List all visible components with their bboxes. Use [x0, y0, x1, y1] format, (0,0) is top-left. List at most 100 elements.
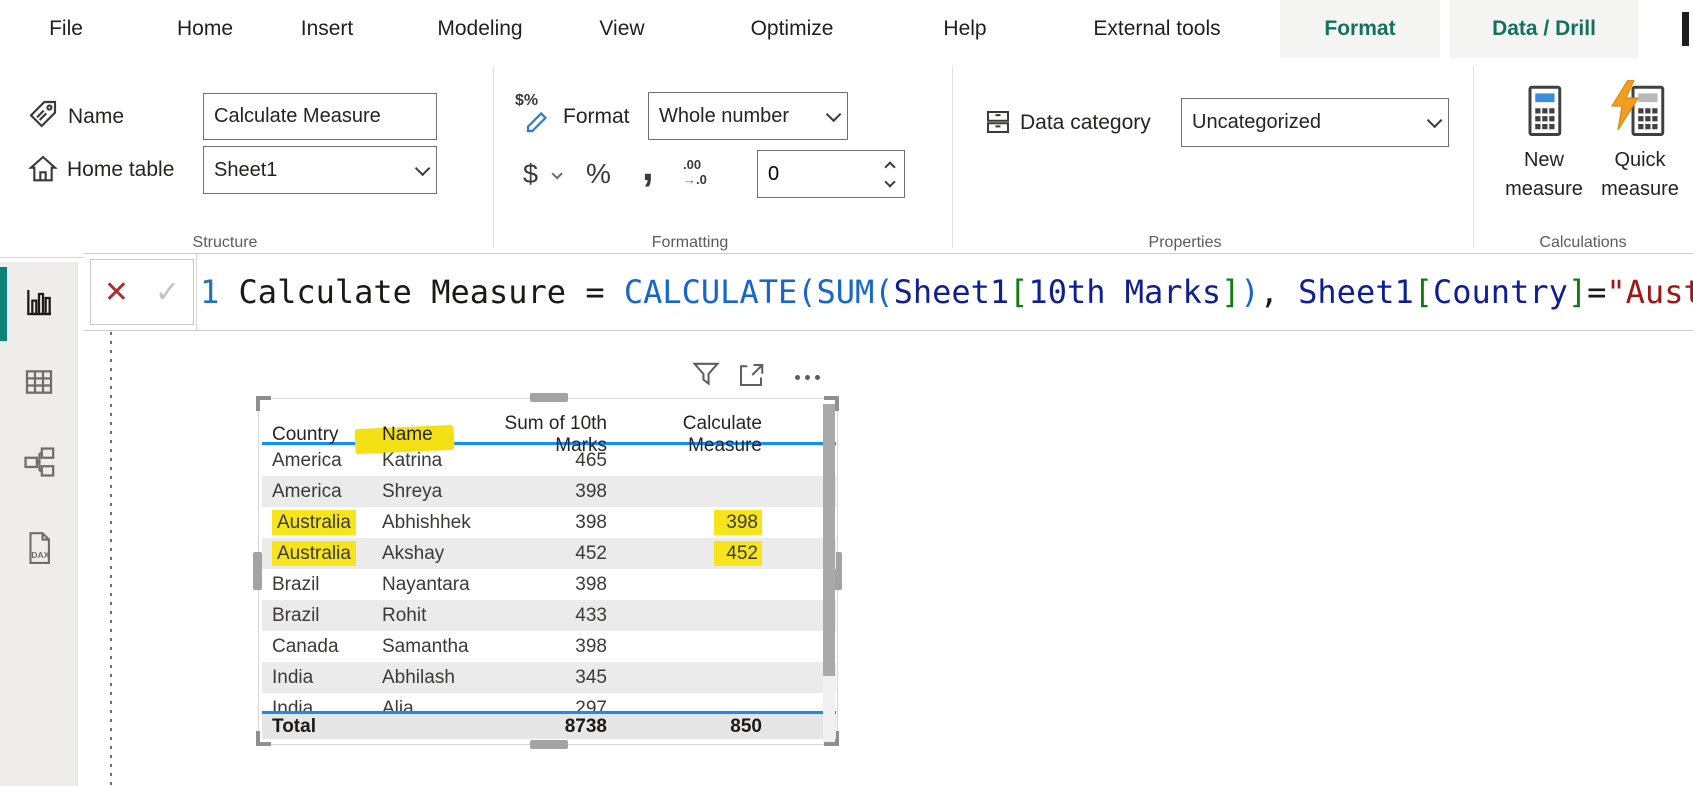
dax-token: , — [1260, 273, 1299, 311]
new-measure-icon — [1523, 74, 1565, 146]
commit-formula-button[interactable]: ✓ — [155, 275, 180, 310]
resize-handle-left[interactable] — [253, 552, 262, 590]
new-measure-label: measure — [1505, 175, 1583, 204]
home-icon — [27, 152, 59, 191]
home-table-label: Home table — [67, 146, 174, 194]
sidebar-item-model-view[interactable] — [0, 434, 78, 490]
column-header-calc-measure[interactable]: Calculate Measure — [610, 413, 765, 457]
dax-token: Calculate Measure = — [219, 273, 624, 311]
quick-measure-label: measure — [1601, 175, 1679, 204]
table-row[interactable]: AmericaShreya 398 — [262, 476, 836, 507]
chevron-down-icon — [826, 106, 842, 122]
resize-handle-top[interactable] — [530, 393, 568, 402]
currency-format-button[interactable]: $ — [523, 150, 538, 198]
table-row[interactable]: Australia Abhishhek 398 398 — [262, 507, 836, 538]
truncated-tab-fragment — [1682, 12, 1689, 46]
menu-item-home[interactable]: Home — [177, 0, 233, 58]
model-view-icon — [22, 445, 56, 479]
resize-handle-top-left[interactable] — [256, 396, 271, 411]
stepper-up-icon[interactable] — [884, 161, 895, 172]
total-calc: 850 — [610, 714, 765, 739]
decimals-input[interactable] — [758, 163, 886, 186]
table-row-clipped[interactable]: IndiaAlia 297 — [262, 693, 836, 711]
cancel-formula-button[interactable]: ✕ — [104, 275, 129, 310]
menu-item-view[interactable]: View — [599, 0, 644, 58]
table-row[interactable]: BrazilRohit 433 — [262, 600, 836, 631]
ribbon: Name Home table Sheet1 Structure $% Form… — [0, 58, 1693, 258]
highlighted-cell: Australia — [272, 541, 356, 566]
measure-name-input[interactable] — [203, 93, 437, 140]
menu-item-external-tools[interactable]: External tools — [1093, 0, 1220, 58]
dax-formula-input[interactable]: 1 Calculate Measure = CALCULATE(SUM(Shee… — [196, 254, 1693, 330]
dax-token: 10th Marks — [1028, 273, 1221, 311]
canvas-snap-guide — [110, 332, 112, 786]
menu-item-modeling[interactable]: Modeling — [437, 0, 522, 58]
column-header-country[interactable]: Country — [262, 424, 375, 446]
menu-item-data-drill[interactable]: Data / Drill — [1492, 0, 1596, 58]
dax-token: "Australia" — [1606, 273, 1693, 311]
dax-token: ] — [1221, 273, 1240, 311]
resize-handle-bottom[interactable] — [530, 740, 568, 749]
column-header-name[interactable]: Name — [375, 424, 465, 446]
group-divider — [1473, 66, 1474, 248]
more-options-icon[interactable] — [795, 375, 820, 380]
focus-mode-icon[interactable] — [736, 361, 766, 394]
sidebar-item-table-view[interactable] — [0, 354, 78, 410]
sidebar-item-dax-query-view[interactable]: DAX — [0, 520, 78, 576]
decimals-stepper[interactable] — [757, 150, 905, 198]
formatting-group-label: Formatting — [652, 234, 728, 254]
thousands-separator-button[interactable]: , — [642, 142, 654, 190]
table-row[interactable]: CanadaSamantha 398 — [262, 631, 836, 662]
svg-text:DAX: DAX — [31, 550, 49, 560]
highlighted-cell: Australia — [272, 510, 356, 535]
formula-actions: ✕ ✓ — [90, 259, 194, 325]
quick-measure-label: Quick — [1614, 146, 1665, 175]
chevron-down-icon — [1427, 113, 1443, 129]
table-row[interactable]: IndiaAbhilash 345 — [262, 662, 836, 693]
dax-token: CALCULATE( — [624, 273, 817, 311]
dax-token: [ — [1009, 273, 1028, 311]
report-view-icon — [23, 286, 55, 318]
decimal-places-button[interactable]: .00→.0 — [683, 157, 707, 187]
group-divider — [952, 66, 953, 248]
name-label: Name — [68, 93, 124, 140]
menu-bar: File Home Insert Modeling View Optimize … — [0, 0, 1693, 58]
menu-item-file[interactable]: File — [49, 0, 83, 58]
highlighted-cell: 398 — [714, 510, 762, 535]
table-row[interactable]: Australia Akshay 452 452 — [262, 538, 836, 569]
dax-token: [ — [1414, 273, 1433, 311]
data-category-value: Uncategorized — [1192, 111, 1427, 134]
percent-format-button[interactable]: % — [586, 150, 611, 198]
data-category-select[interactable]: Uncategorized — [1181, 98, 1449, 147]
powerbi-window: File Home Insert Modeling View Optimize … — [0, 0, 1693, 786]
lightning-bolt-icon — [1608, 80, 1642, 130]
home-table-select[interactable]: Sheet1 — [203, 146, 437, 194]
table-scrollbar-thumb[interactable] — [823, 404, 835, 676]
formula-bar: ✕ ✓ 1 Calculate Measure = CALCULATE(SUM(… — [84, 253, 1693, 331]
stepper-down-icon[interactable] — [884, 176, 895, 187]
data-category-icon — [983, 106, 1013, 143]
filter-icon[interactable] — [690, 360, 722, 393]
structure-group-label: Structure — [193, 234, 258, 254]
currency-chevron-icon[interactable] — [551, 168, 562, 179]
quick-measure-icon — [1612, 74, 1668, 146]
menu-item-optimize[interactable]: Optimize — [751, 0, 834, 58]
sidebar-item-report-view[interactable] — [0, 274, 78, 330]
new-measure-label: New — [1524, 146, 1564, 175]
tag-icon — [27, 98, 59, 135]
dax-token: Country — [1433, 273, 1568, 311]
menu-item-insert[interactable]: Insert — [301, 0, 354, 58]
table-visual: Country Name Sum of 10th Marks Calculate… — [262, 413, 836, 739]
quick-measure-button[interactable]: Quick measure — [1592, 74, 1688, 234]
decimal-arrow-icon: → — [683, 172, 696, 187]
new-measure-button[interactable]: New measure — [1496, 74, 1592, 234]
properties-group-label: Properties — [1149, 234, 1222, 254]
menu-item-help[interactable]: Help — [943, 0, 986, 58]
line-number: 1 — [200, 273, 219, 311]
table-row[interactable]: BrazilNayantara 398 — [262, 569, 836, 600]
view-switcher-sidebar: DAX — [0, 262, 78, 786]
menu-item-format[interactable]: Format — [1324, 0, 1395, 58]
dax-token: ] — [1568, 273, 1587, 311]
format-select[interactable]: Whole number — [648, 92, 848, 140]
calculations-group-label: Calculations — [1539, 234, 1626, 254]
